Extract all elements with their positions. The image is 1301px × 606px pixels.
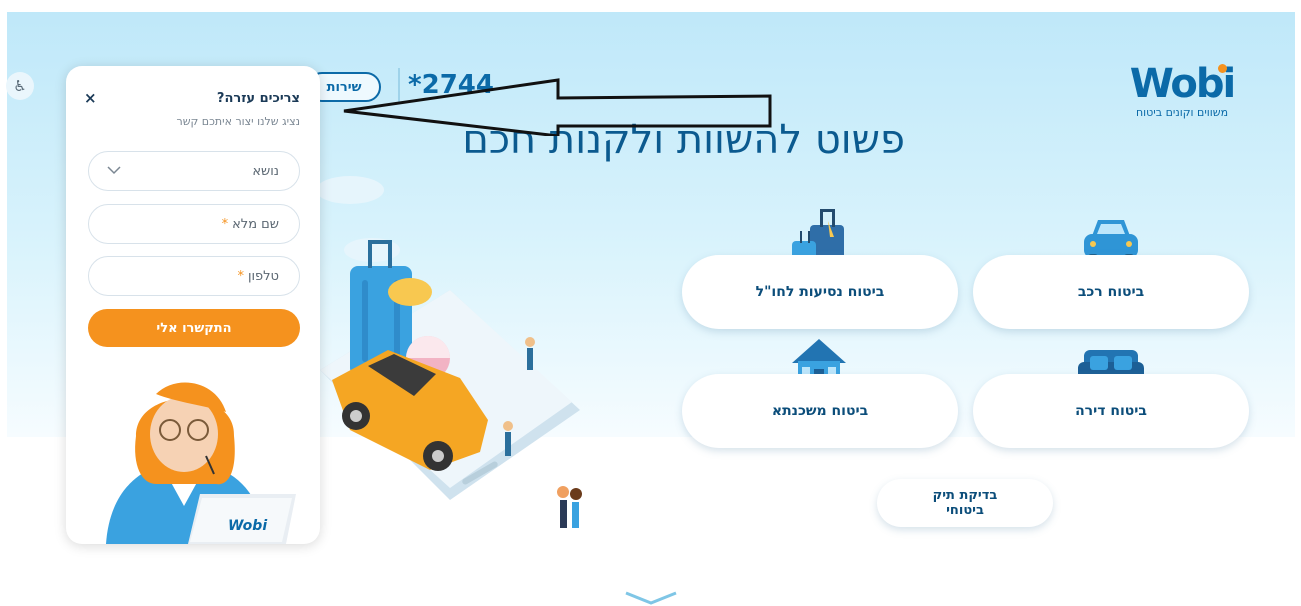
logo[interactable]: Wobi משווים וקונים ביטוח	[1122, 62, 1242, 124]
wheelchair-icon: ♿	[13, 77, 27, 95]
car-insurance-button[interactable]: ביטוח רכב	[973, 255, 1249, 329]
topic-placeholder: נושא	[252, 163, 279, 179]
car-insurance-label: ביטוח רכב	[1077, 284, 1145, 300]
sun-hat-icon	[388, 278, 432, 306]
logo-tagline: משווים וקונים ביטוח	[1135, 106, 1229, 119]
required-mark: *	[221, 216, 229, 232]
close-icon[interactable]: ×	[84, 89, 97, 107]
help-panel-subtitle: נציג שלנו יצור איתכם קשר	[176, 115, 300, 128]
topic-select[interactable]: נושא	[88, 151, 300, 191]
apartment-insurance-label: ביטוח דירה	[1075, 403, 1147, 419]
help-panel: × צריכים עזרה? נציג שלנו יצור איתכם קשר …	[66, 66, 320, 544]
mortgage-insurance-button[interactable]: ביטוח משכנתא	[682, 374, 958, 448]
laptop-logo: Wobi	[228, 518, 268, 534]
logo-dot	[1218, 64, 1227, 73]
portfolio-check-label: בדיקת תיק ביטוחי	[932, 488, 998, 518]
apartment-insurance-button[interactable]: ביטוח דירה	[973, 374, 1249, 448]
help-panel-title: צריכים עזרה?	[216, 91, 300, 106]
full-name-field[interactable]: שם מלא *	[88, 204, 300, 244]
page: ♿ Wobi משווים וקונים ביטוח *2744 שירות פ…	[0, 0, 1301, 606]
hero-illustration	[316, 176, 582, 528]
scroll-down-chevron-icon[interactable]	[624, 591, 678, 605]
chevron-down-icon	[107, 166, 121, 175]
mortgage-insurance-label: ביטוח משכנתא	[771, 403, 869, 419]
portfolio-check-button[interactable]: בדיקת תיק ביטוחי	[877, 479, 1053, 527]
call-me-button[interactable]: התקשרו אלי	[88, 309, 300, 347]
phone-field[interactable]: טלפון *	[88, 256, 300, 296]
required-mark: *	[237, 268, 244, 284]
travel-insurance-label: ביטוח נסיעות לחו"ל	[755, 284, 885, 300]
accessibility-button[interactable]: ♿	[6, 72, 34, 100]
full-name-placeholder: שם מלא	[232, 216, 279, 232]
annotation-arrow	[343, 78, 772, 136]
phone-placeholder: טלפון	[247, 268, 279, 284]
travel-insurance-button[interactable]: ביטוח נסיעות לחו"ל	[682, 255, 958, 329]
support-agent-illustration	[106, 382, 296, 544]
